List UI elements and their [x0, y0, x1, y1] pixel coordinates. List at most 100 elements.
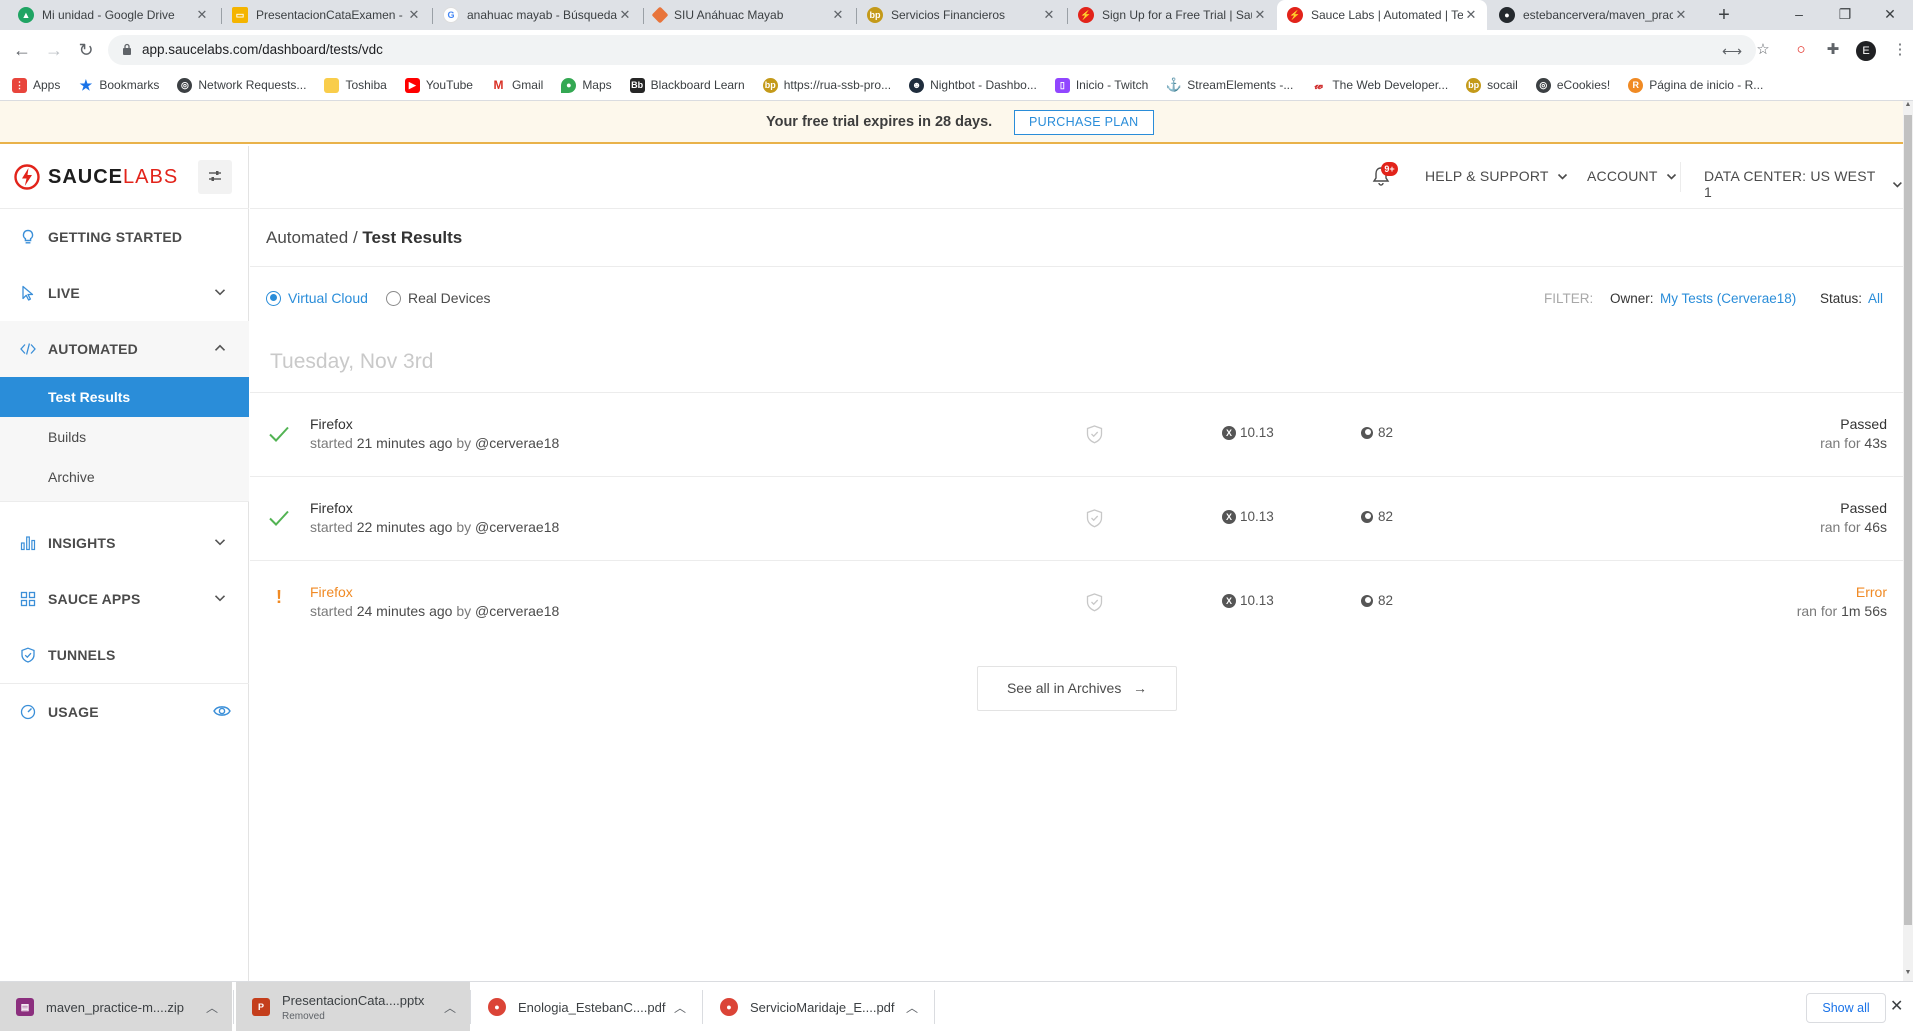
browser-name[interactable]: Firefox	[310, 584, 353, 600]
sidebar-item-automated[interactable]: AUTOMATED	[0, 321, 249, 377]
bookmark-star-icon[interactable]: ☆	[1751, 38, 1775, 62]
bookmark-socail[interactable]: bp socail	[1466, 77, 1518, 93]
sidebar-subitem-archive[interactable]: Archive	[0, 457, 249, 501]
sidebar-item-usage[interactable]: USAGE	[0, 684, 249, 740]
date-header: Tuesday, Nov 3rd	[270, 350, 434, 373]
address-bar[interactable]: app.saucelabs.com/dashboard/tests/vdc ⟷	[108, 35, 1756, 65]
bookmark-ecookies[interactable]: ◎ eCookies!	[1535, 77, 1610, 93]
close-icon[interactable]: ✕	[1890, 996, 1903, 1016]
reload-button[interactable]: ↻	[74, 38, 98, 62]
see-all-archives-button[interactable]: See all in Archives →	[977, 666, 1177, 711]
owner-filter-link[interactable]: My Tests (Cerverae18)	[1660, 291, 1796, 306]
bookmark-pagina-inicio[interactable]: R Página de inicio - R...	[1628, 77, 1763, 93]
download-item[interactable]: ● ServicioMaridaje_E....pdf ︿	[704, 982, 932, 1031]
sidebar-item-insights[interactable]: INSIGHTS	[0, 515, 249, 571]
bookmark-network-requests[interactable]: ◎ Network Requests...	[177, 77, 306, 93]
back-button[interactable]: ←	[10, 38, 34, 62]
tab-close-icon[interactable]: ✕	[1673, 7, 1689, 23]
minimize-button[interactable]: –	[1776, 0, 1822, 30]
shield-icon	[1086, 509, 1103, 528]
tab-close-icon[interactable]: ✕	[1041, 7, 1057, 23]
tab-close-icon[interactable]: ✕	[194, 7, 210, 23]
download-item[interactable]: P PresentacionCata....pptx Removed ︿	[236, 982, 470, 1031]
sidebar-item-tunnels[interactable]: TUNNELS	[0, 627, 249, 683]
bookmark-toshiba[interactable]: Toshiba	[324, 77, 387, 93]
browser-tab[interactable]: ▲ Mi unidad - Google Drive ✕	[8, 0, 218, 30]
scroll-down-arrow[interactable]: ▼	[1903, 969, 1913, 981]
browser-tab[interactable]: ● estebancervera/maven_prac ✕	[1489, 0, 1697, 30]
chevron-up-icon[interactable]: ︿	[674, 999, 686, 1016]
radio-button[interactable]	[266, 290, 281, 306]
globe-icon: ◎	[1535, 77, 1551, 93]
sidebar-item-getting-started[interactable]: GETTING STARTED	[0, 209, 249, 265]
bookmark-bookmarks[interactable]: ★ Bookmarks	[78, 77, 160, 93]
chevron-down-icon	[1893, 181, 1903, 188]
bookmark-apps[interactable]: ⋮ Apps	[12, 77, 60, 93]
bookmark-streamelements[interactable]: ⚓ StreamElements -...	[1166, 77, 1294, 93]
browser-name[interactable]: Firefox	[310, 500, 353, 516]
bookmark-web-developer[interactable]: 𝓌 The Web Developer...	[1311, 78, 1449, 93]
radio-virtual-cloud[interactable]: Virtual Cloud	[266, 290, 368, 306]
download-shelf: ▤ maven_practice-m....zip ︿ P Presentaci…	[0, 981, 1913, 1031]
chrome-menu-icon[interactable]: ⋮	[1888, 38, 1912, 62]
chevron-up-icon[interactable]: ︿	[206, 999, 218, 1016]
browser-tab[interactable]: G anahuac mayab - Búsqueda ✕	[433, 0, 641, 30]
forward-button[interactable]: →	[42, 38, 66, 62]
download-item[interactable]: ▤ maven_practice-m....zip ︿	[0, 982, 232, 1031]
collapse-sidebar-button[interactable]	[198, 160, 232, 194]
owner-label: Owner:	[1610, 291, 1654, 306]
sidebar-item-sauce-apps[interactable]: SAUCE APPS	[0, 571, 249, 627]
new-tab-button[interactable]: +	[1712, 3, 1736, 27]
bookmark-gmail[interactable]: M Gmail	[490, 77, 543, 93]
scrollbar-thumb[interactable]	[1904, 115, 1912, 925]
scroll-up-arrow[interactable]: ▲	[1903, 101, 1913, 113]
cursor-icon	[22, 285, 34, 301]
bookmark-youtube[interactable]: ▶ YouTube	[404, 77, 473, 93]
browser-tab[interactable]: ▭ PresentacionCataExamen - G ✕	[222, 0, 430, 30]
browser-tab[interactable]: ⚡ Sign Up for a Free Trial | Sau ✕	[1068, 0, 1276, 30]
bookmark-nightbot[interactable]: ☻ Nightbot - Dashbo...	[909, 77, 1037, 93]
eye-icon[interactable]	[213, 704, 231, 718]
browser-tab[interactable]: SIU Anáhuac Mayab ✕	[644, 0, 854, 30]
browser-tab[interactable]: bp Servicios Financieros ✕	[857, 0, 1065, 30]
tab-close-icon[interactable]: ✕	[1463, 7, 1479, 23]
filter-label: FILTER:	[1544, 291, 1594, 306]
purchase-plan-button[interactable]: PURCHASE PLAN	[1014, 110, 1154, 135]
show-all-downloads-button[interactable]: Show all	[1806, 993, 1886, 1023]
tab-close-icon[interactable]: ✕	[1252, 7, 1268, 23]
sidebar-subitem-test-results[interactable]: Test Results	[0, 377, 249, 417]
test-row[interactable]: ! Firefox started 24 minutes ago by @cer…	[250, 561, 1903, 644]
extensions-icon[interactable]: ✚	[1821, 38, 1845, 62]
download-item[interactable]: ● Enologia_EstebanC....pdf ︿	[472, 982, 700, 1031]
browser-tab-active[interactable]: ⚡ Sauce Labs | Automated | Te ✕	[1277, 0, 1487, 30]
sidebar-item-live[interactable]: LIVE	[0, 265, 249, 321]
tab-close-icon[interactable]: ✕	[406, 7, 422, 23]
opera-extension-icon[interactable]: ○	[1789, 38, 1813, 62]
window-close-button[interactable]: ✕	[1867, 0, 1913, 30]
help-support-menu[interactable]: HELP & SUPPORT	[1425, 168, 1568, 184]
test-row[interactable]: Firefox started 22 minutes ago by @cerve…	[250, 477, 1903, 560]
tab-close-icon[interactable]: ✕	[830, 7, 846, 23]
bookmark-twitch[interactable]: ▯ Inicio - Twitch	[1054, 77, 1148, 93]
tab-close-icon[interactable]: ✕	[617, 7, 633, 23]
browser-name[interactable]: Firefox	[310, 416, 353, 432]
vertical-scrollbar[interactable]: ▲ ▼	[1903, 101, 1913, 981]
chevron-up-icon[interactable]: ︿	[444, 999, 456, 1016]
data-center-menu[interactable]: DATA CENTER: US WEST 1	[1704, 168, 1903, 200]
account-menu[interactable]: ACCOUNT	[1587, 168, 1677, 184]
breadcrumb-parent[interactable]: Automated /	[266, 228, 358, 247]
saucelabs-logo[interactable]: SAUCE LABS	[14, 164, 178, 190]
profile-avatar[interactable]: E	[1856, 41, 1876, 61]
status-filter-link[interactable]: All	[1868, 291, 1883, 306]
test-row[interactable]: Firefox started 21 minutes ago by @cerve…	[250, 393, 1903, 476]
bookmark-blackboard[interactable]: Bb Blackboard Learn	[629, 77, 745, 93]
chevron-up-icon[interactable]: ︿	[906, 999, 918, 1016]
os-version: X 10.13	[1222, 509, 1274, 524]
restore-button[interactable]: ❐	[1822, 0, 1868, 30]
bookmark-rua-ssb[interactable]: bp https://rua-ssb-pro...	[762, 77, 891, 93]
sidebar-subitem-builds[interactable]: Builds	[0, 417, 249, 457]
bookmark-maps[interactable]: ● Maps	[561, 77, 612, 93]
translate-icon[interactable]: ⟷	[1722, 42, 1742, 60]
radio-button[interactable]	[386, 290, 401, 306]
radio-real-devices[interactable]: Real Devices	[386, 290, 490, 306]
